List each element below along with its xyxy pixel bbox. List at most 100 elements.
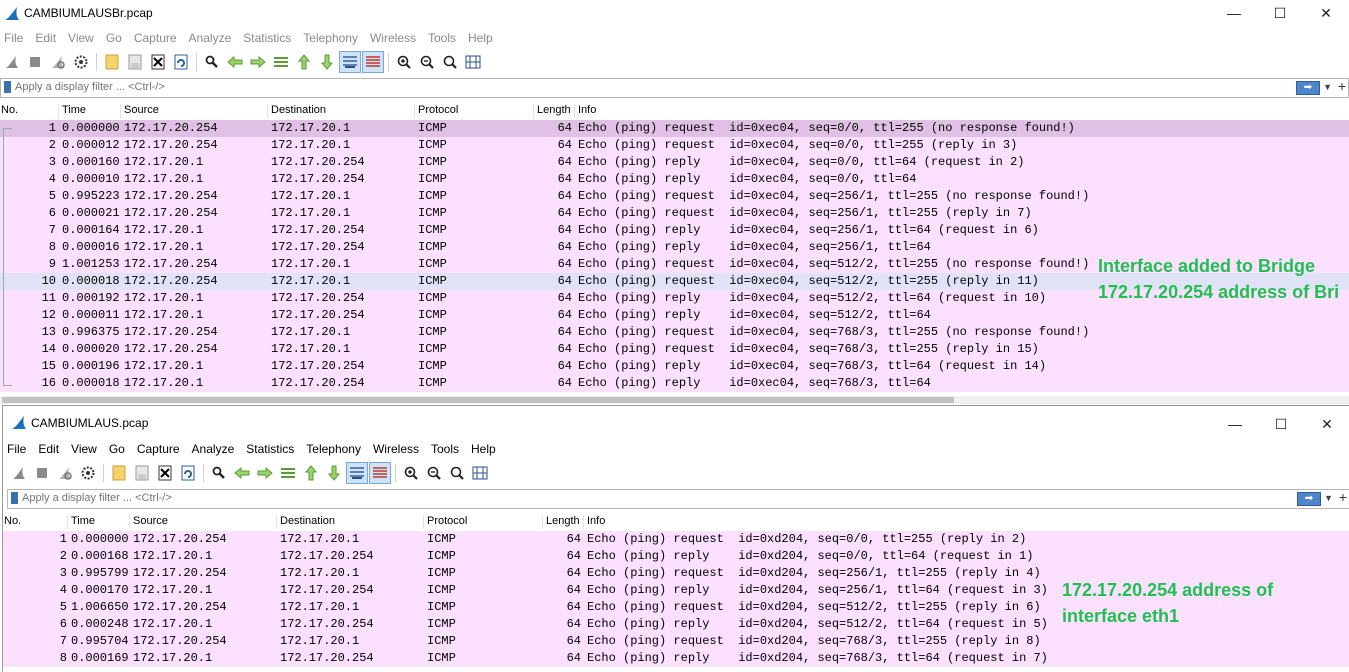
minimize-button[interactable]: — <box>1211 0 1257 26</box>
zoom-out-icon[interactable] <box>424 463 444 483</box>
colorize-icon[interactable] <box>369 462 391 484</box>
options-gear-icon[interactable] <box>71 52 91 72</box>
column-time[interactable]: Time <box>58 104 122 118</box>
menu-file[interactable]: File <box>0 31 31 45</box>
column-source[interactable]: Source <box>129 515 277 529</box>
first-packet-icon[interactable] <box>301 463 321 483</box>
colorize-icon[interactable] <box>362 51 384 73</box>
autoscroll-icon[interactable] <box>346 462 368 484</box>
packet-row[interactable]: 2 0.000012 172.17.20.254 172.17.20.1 ICMP 64 E… <box>0 137 1349 154</box>
packet-row[interactable]: 12 0.000011 172.17.20.1 172.17.20.254 ICMP 64… <box>0 307 1349 324</box>
close-button[interactable]: ✕ <box>1303 0 1349 26</box>
bookmark-icon[interactable] <box>11 492 18 504</box>
add-filter-button[interactable]: + <box>1339 489 1347 505</box>
packet-row[interactable]: 14 0.000020 172.17.20.254 172.17.20.1 ICMP 64… <box>0 341 1349 358</box>
menu-edit[interactable]: Edit <box>31 31 64 45</box>
menu-go[interactable]: Go <box>102 31 130 45</box>
menu-capture[interactable]: Capture <box>133 442 188 456</box>
close-file-icon[interactable] <box>155 463 175 483</box>
go-back-icon[interactable] <box>232 463 252 483</box>
packet-row[interactable]: 1 0.000000 172.17.20.254 172.17.20.1 ICMP 64 E… <box>3 531 1349 548</box>
menu-telephony[interactable]: Telephony <box>299 31 366 45</box>
menu-view[interactable]: View <box>67 442 105 456</box>
menu-help[interactable]: Help <box>464 31 501 45</box>
menu-help[interactable]: Help <box>467 442 504 456</box>
go-to-packet-icon[interactable] <box>278 463 298 483</box>
find-packet-icon[interactable] <box>209 463 229 483</box>
column-length[interactable]: Length <box>542 515 584 529</box>
reload-icon[interactable] <box>178 463 198 483</box>
column-no[interactable]: No. <box>0 104 57 118</box>
minimize-button[interactable]: — <box>1212 411 1258 437</box>
chevron-down-icon[interactable]: ▼ <box>1323 79 1332 95</box>
menu-edit[interactable]: Edit <box>34 442 67 456</box>
reload-icon[interactable] <box>171 52 191 72</box>
packet-row[interactable]: 7 0.000164 172.17.20.1 172.17.20.254 ICMP 64 E… <box>0 222 1349 239</box>
apply-filter-arrow-icon[interactable]: ➡ <box>1296 81 1320 95</box>
restart-icon[interactable] <box>55 463 75 483</box>
open-file-icon[interactable] <box>109 463 129 483</box>
menu-tools[interactable]: Tools <box>427 442 467 456</box>
display-filter-input[interactable] <box>22 490 1222 506</box>
menu-capture[interactable]: Capture <box>130 31 185 45</box>
go-forward-icon[interactable] <box>248 52 268 72</box>
apply-filter-arrow-icon[interactable]: ➡ <box>1297 492 1321 506</box>
add-filter-button[interactable]: + <box>1338 78 1346 94</box>
autoscroll-icon[interactable] <box>339 51 361 73</box>
packet-row[interactable]: 5 0.995223 172.17.20.254 172.17.20.1 ICMP 64 E… <box>0 188 1349 205</box>
resize-columns-icon[interactable] <box>470 463 490 483</box>
options-gear-icon[interactable] <box>78 463 98 483</box>
packet-row[interactable]: 1 0.000000 172.17.20.254 172.17.20.1 ICMP 64 E… <box>0 120 1349 137</box>
close-button[interactable]: ✕ <box>1304 411 1349 437</box>
menu-telephony[interactable]: Telephony <box>302 442 369 456</box>
zoom-in-icon[interactable] <box>394 52 414 72</box>
menu-go[interactable]: Go <box>105 442 133 456</box>
horizontal-scrollbar[interactable] <box>0 396 1349 404</box>
menu-wireless[interactable]: Wireless <box>369 442 427 456</box>
restart-icon[interactable] <box>48 52 68 72</box>
menu-analyze[interactable]: Analyze <box>188 442 243 456</box>
column-protocol[interactable]: Protocol <box>414 104 534 118</box>
resize-columns-icon[interactable] <box>463 52 483 72</box>
open-file-icon[interactable] <box>102 52 122 72</box>
menu-file[interactable]: File <box>3 442 34 456</box>
column-info[interactable]: Info <box>583 515 1287 529</box>
menu-wireless[interactable]: Wireless <box>366 31 424 45</box>
find-packet-icon[interactable] <box>202 52 222 72</box>
go-forward-icon[interactable] <box>255 463 275 483</box>
close-file-icon[interactable] <box>148 52 168 72</box>
column-time[interactable]: Time <box>67 515 131 529</box>
save-file-icon[interactable] <box>132 463 152 483</box>
zoom-normal-icon[interactable] <box>440 52 460 72</box>
maximize-button[interactable]: ☐ <box>1258 411 1304 437</box>
stop-icon[interactable] <box>25 52 45 72</box>
packet-row[interactable]: 16 0.000018 172.17.20.1 172.17.20.254 ICMP 64… <box>0 375 1349 392</box>
menu-statistics[interactable]: Statistics <box>239 31 299 45</box>
packet-row[interactable]: 6 0.000021 172.17.20.254 172.17.20.1 ICMP 64 E… <box>0 205 1349 222</box>
bookmark-icon[interactable] <box>4 81 11 93</box>
column-source[interactable]: Source <box>120 104 268 118</box>
zoom-normal-icon[interactable] <box>447 463 467 483</box>
zoom-in-icon[interactable] <box>401 463 421 483</box>
column-destination[interactable]: Destination <box>267 104 415 118</box>
menu-statistics[interactable]: Statistics <box>242 442 302 456</box>
chevron-down-icon[interactable]: ▼ <box>1324 490 1333 506</box>
stop-icon[interactable] <box>32 463 52 483</box>
packet-row[interactable]: 13 0.996375 172.17.20.254 172.17.20.1 ICMP 64… <box>0 324 1349 341</box>
menu-view[interactable]: View <box>64 31 102 45</box>
packet-row[interactable]: 15 0.000196 172.17.20.1 172.17.20.254 ICMP 64… <box>0 358 1349 375</box>
shark-fin-start-icon[interactable] <box>9 463 29 483</box>
save-file-icon[interactable] <box>125 52 145 72</box>
packet-row[interactable]: 3 0.000160 172.17.20.1 172.17.20.254 ICMP 64 E… <box>0 154 1349 171</box>
column-info[interactable]: Info <box>574 104 1278 118</box>
packet-row[interactable]: 4 0.000010 172.17.20.1 172.17.20.254 ICMP 64 E… <box>0 171 1349 188</box>
column-length[interactable]: Length <box>533 104 575 118</box>
first-packet-icon[interactable] <box>294 52 314 72</box>
maximize-button[interactable]: ☐ <box>1257 0 1303 26</box>
go-back-icon[interactable] <box>225 52 245 72</box>
menu-analyze[interactable]: Analyze <box>185 31 240 45</box>
last-packet-icon[interactable] <box>324 463 344 483</box>
packet-row[interactable]: 2 0.000168 172.17.20.1 172.17.20.254 ICMP 64 E… <box>3 548 1349 565</box>
packet-row[interactable]: 7 0.995704 172.17.20.254 172.17.20.1 ICMP 64 E… <box>3 633 1349 650</box>
column-destination[interactable]: Destination <box>276 515 424 529</box>
